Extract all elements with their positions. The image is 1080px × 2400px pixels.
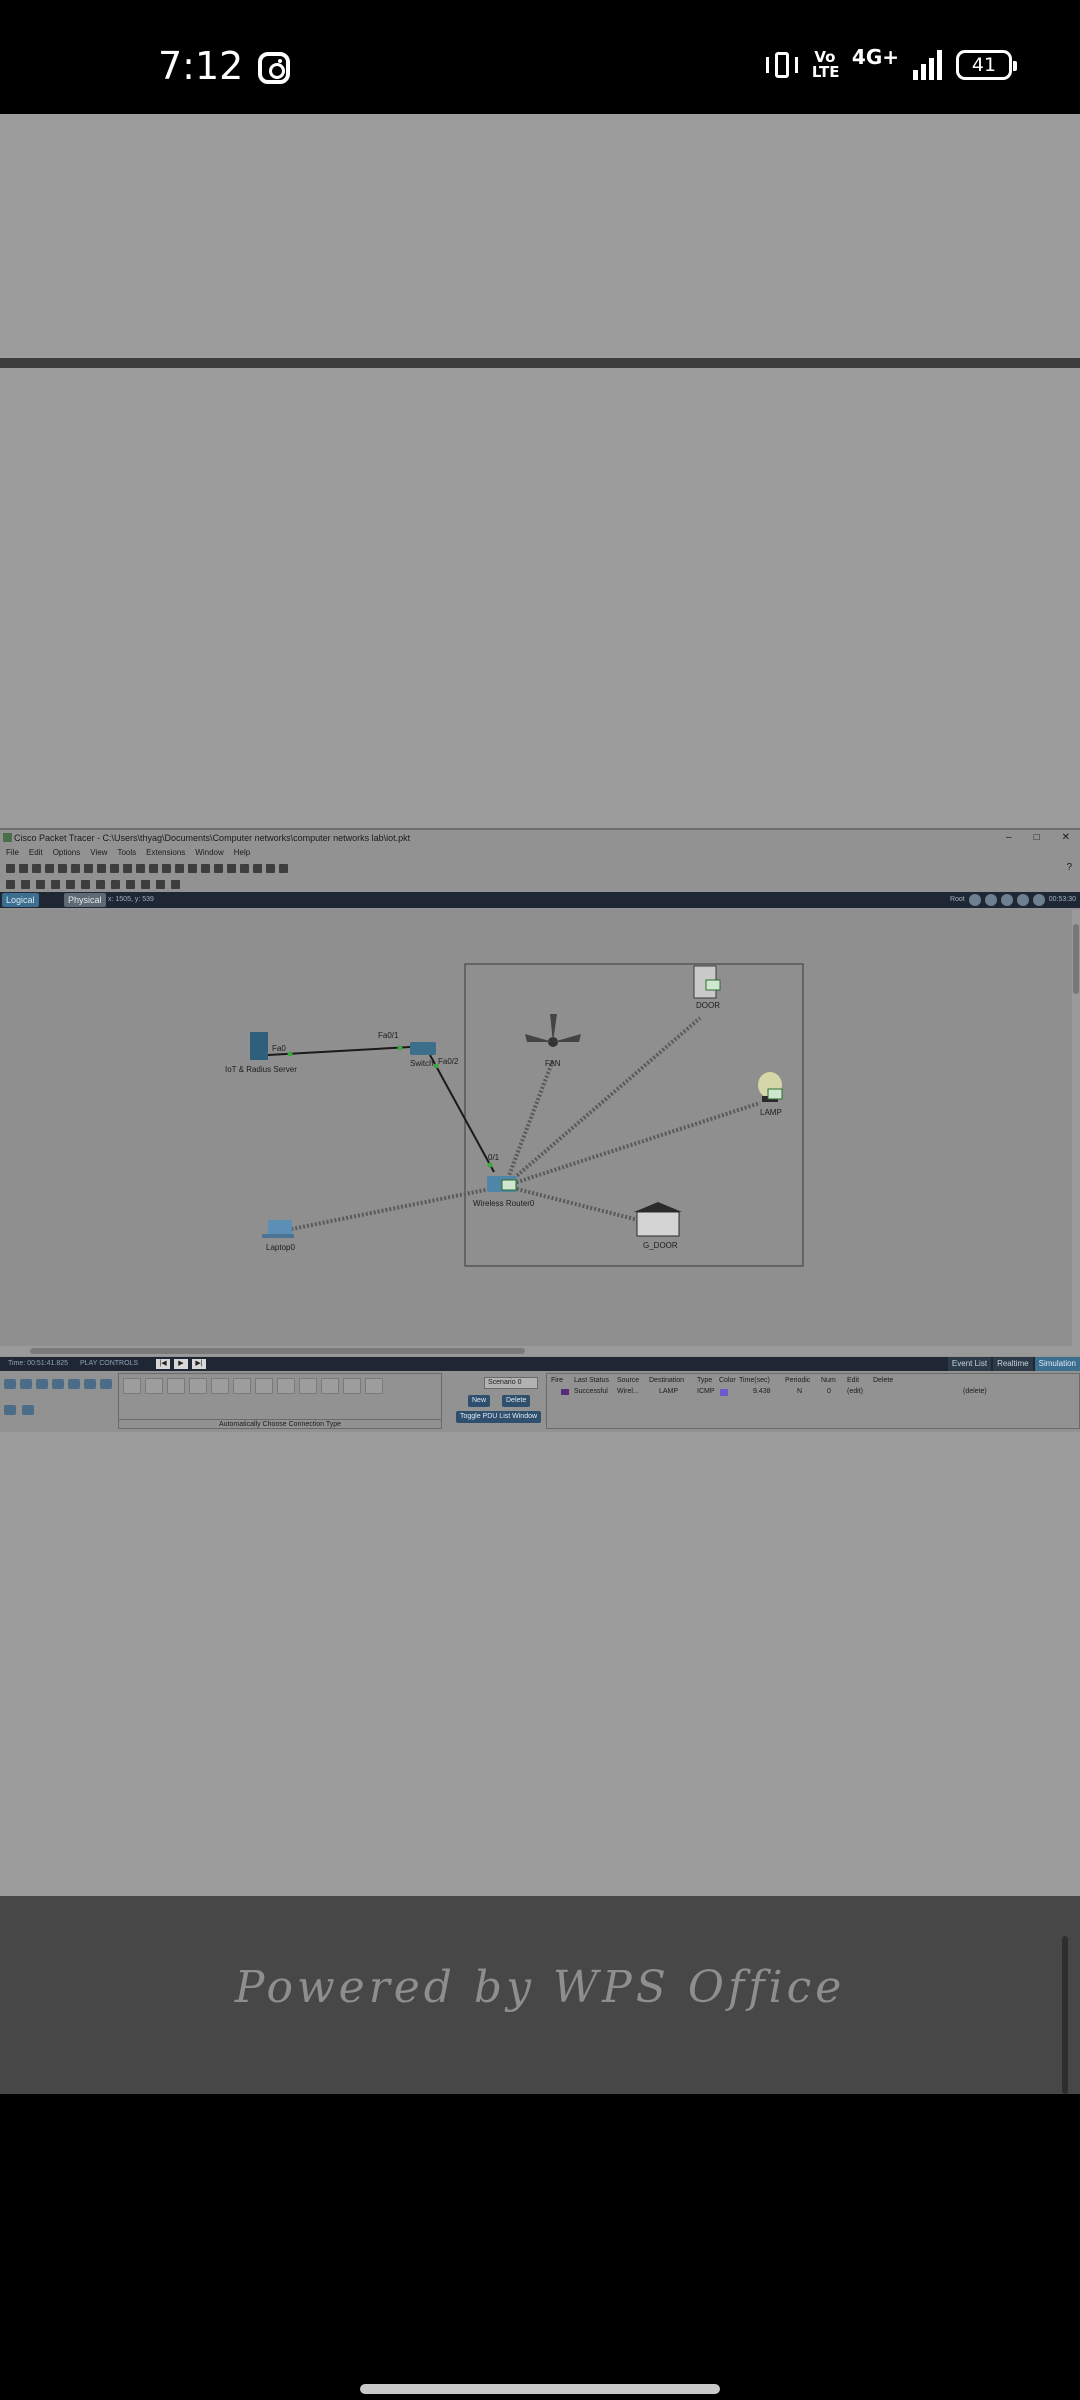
label-door: DOOR xyxy=(696,1001,720,1010)
battery-icon: 41 xyxy=(956,50,1017,80)
window-title: Cisco Packet Tracer - C:\Users\thyag\Doc… xyxy=(14,833,411,843)
gear-icon xyxy=(1000,894,1013,906)
canvas-vertical-scrollbar xyxy=(1072,910,1080,1346)
menu-window: Window xyxy=(195,848,224,857)
packet-tracer-icon xyxy=(3,833,12,842)
help-icon: ? xyxy=(1066,862,1072,873)
home-gesture-bar[interactable] xyxy=(360,2384,720,2394)
menu-options: Options xyxy=(52,848,81,857)
wps-footer: Powered by WPS Office xyxy=(0,1896,1080,2094)
close-icon: ✕ xyxy=(1061,832,1070,843)
label-laptop: Laptop0 xyxy=(266,1243,295,1252)
label-fan: FAN xyxy=(545,1059,561,1068)
canvas-horizontal-scrollbar xyxy=(0,1346,1080,1356)
pdu-list-table: Fire Last Status Source Destination Type… xyxy=(546,1373,1080,1429)
navigation-icon xyxy=(968,894,981,906)
port-label-fa0: Fa0 xyxy=(272,1044,286,1053)
status-icons: Vo LTE 4G+ 41 xyxy=(765,45,1017,82)
menu-bar: File Edit Options View Tools Extensions … xyxy=(0,846,1080,860)
signal-icon xyxy=(913,50,942,80)
connection-types-panel: Automatically Choose Connection Type xyxy=(118,1373,442,1429)
cursor-coordinates: x: 1505, y: 539 xyxy=(108,896,154,903)
status-time: 7:12 xyxy=(158,44,244,88)
play-controls-label: PLAY CONTROLS xyxy=(80,1360,139,1367)
instagram-icon xyxy=(258,52,290,84)
link-switch-router xyxy=(429,1054,495,1173)
toggle-pdu-list-button: Toggle PDU List Window xyxy=(456,1411,542,1423)
drawing-toolbar xyxy=(0,876,1080,892)
main-toolbar xyxy=(0,860,1080,876)
connection-caption: Automatically Choose Connection Type xyxy=(119,1419,441,1428)
label-router: Wireless Router0 xyxy=(473,1199,535,1208)
screen: 7:12 Vo LTE 4G+ 41 Cisco Packet Tracer -… xyxy=(0,0,1080,2400)
viewport-icon xyxy=(1016,894,1029,906)
tab-physical: Physical xyxy=(64,893,106,907)
network-type: 4G+ xyxy=(851,45,899,69)
simulation-button: Simulation xyxy=(1034,1357,1080,1371)
port-label-fa01: Fa0/1 xyxy=(378,1031,399,1040)
garage-icon xyxy=(634,1202,682,1237)
embedded-screenshot: Cisco Packet Tracer - C:\Users\thyag\Doc… xyxy=(0,828,1080,1432)
tab-logical: Logical xyxy=(2,893,39,907)
laptop-icon xyxy=(262,1220,294,1238)
scenario-panel: Scenario 0 New Delete Toggle PDU List Wi… xyxy=(450,1373,542,1429)
label-switch: Switch xyxy=(410,1059,434,1068)
switch-icon xyxy=(410,1042,436,1055)
port-label-fa02: Fa0/2 xyxy=(438,1057,459,1066)
topology-canvas: Fa0 Fa0/1 Fa0/2 0/1 IoT & Radius Server … xyxy=(0,910,1072,1346)
play-icon: ▶ xyxy=(174,1359,188,1369)
pdu-table-header: Fire Last Status Source Destination Type… xyxy=(551,1377,894,1384)
document-scrollbar[interactable] xyxy=(1062,1936,1068,2094)
menu-view: View xyxy=(90,848,108,857)
footer-text: Powered by WPS Office xyxy=(234,1962,846,2013)
menu-tools: Tools xyxy=(117,848,137,857)
workspace-clock: 00:53:30 xyxy=(1048,896,1076,903)
document-viewer[interactable]: Cisco Packet Tracer - C:\Users\thyag\Doc… xyxy=(0,114,1080,2094)
page-separator xyxy=(0,358,1080,368)
status-bar: 7:12 Vo LTE 4G+ 41 xyxy=(0,0,1080,114)
back-icon: |◀ xyxy=(156,1359,170,1369)
label-garage: G_DOOR xyxy=(643,1241,678,1250)
sim-time: Time: 00:51:41.825 xyxy=(8,1360,69,1367)
simulation-bar: Time: 00:51:41.825 PLAY CONTROLS |◀ ▶ ▶|… xyxy=(0,1357,1080,1371)
menu-help: Help xyxy=(233,848,251,857)
workspace-mode-bar: Logical Physical x: 1505, y: 539 Root 00… xyxy=(0,892,1080,908)
cluster-icon xyxy=(984,894,997,906)
new-scenario-button: New xyxy=(468,1395,491,1407)
event-list-button: Event List xyxy=(947,1357,992,1371)
table-row: Successful Wirel... LAMP ICMP 9.438 N 0 … xyxy=(547,1387,1079,1397)
port-label-01: 0/1 xyxy=(488,1153,500,1162)
label-server: IoT & Radius Server xyxy=(225,1065,297,1074)
forward-icon: ▶| xyxy=(192,1359,206,1369)
menu-file: File xyxy=(6,848,19,857)
realtime-button: Realtime xyxy=(993,1357,1033,1371)
navigation-bar xyxy=(0,2094,1080,2400)
root-label: Root xyxy=(949,896,965,903)
maximize-icon: □ xyxy=(1033,832,1040,843)
minimize-icon: – xyxy=(1006,832,1012,843)
vibrate-icon xyxy=(765,48,798,82)
server-icon xyxy=(250,1032,268,1060)
delete-scenario-button: Delete xyxy=(502,1395,531,1407)
scenario-select: Scenario 0 xyxy=(484,1377,538,1389)
device-type-panel xyxy=(0,1375,115,1425)
menu-extensions: Extensions xyxy=(146,848,186,857)
fan-icon xyxy=(525,1014,581,1047)
clock-icon xyxy=(1032,894,1045,906)
bottom-panel: Automatically Choose Connection Type Sce… xyxy=(0,1371,1080,1432)
window-title-bar: Cisco Packet Tracer - C:\Users\thyag\Doc… xyxy=(0,830,1080,846)
menu-edit: Edit xyxy=(28,848,43,857)
label-lamp: LAMP xyxy=(760,1108,782,1117)
volte-label: Vo LTE xyxy=(811,48,840,81)
